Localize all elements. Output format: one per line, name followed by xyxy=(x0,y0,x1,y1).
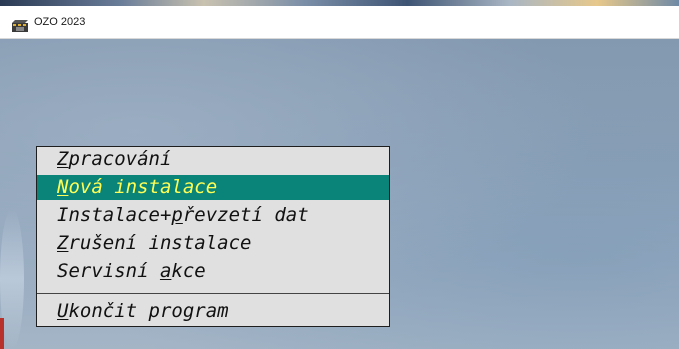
menu-item-rest: ová instalace xyxy=(68,176,218,198)
menu-item-servisni-akce[interactable]: Servisní akce xyxy=(37,259,389,284)
menu-item-hotkey: Z xyxy=(57,148,69,170)
film-clapper-icon xyxy=(12,17,28,32)
wallpaper-red-edge xyxy=(0,318,4,349)
menu-item-hotkey: Z xyxy=(57,232,69,254)
menu-separator xyxy=(37,293,389,294)
menu-item-hotkey: a xyxy=(159,260,172,282)
menu-item-rest: pracování xyxy=(68,148,172,170)
window-title-bar[interactable]: OZO 2023 xyxy=(0,6,679,39)
window-title: OZO 2023 xyxy=(34,16,86,28)
menu-item-prefix: Instalace+ xyxy=(57,204,172,226)
menu-item-hotkey: p xyxy=(171,204,183,226)
menu-item-rest: končit program xyxy=(68,300,229,322)
menu-item-zpracovani[interactable]: Zpracování xyxy=(37,147,389,172)
menu-item-rest: kce xyxy=(171,260,206,282)
menu-item-hotkey: U xyxy=(57,300,69,322)
menu-item-nova-instalace[interactable]: Nová instalace xyxy=(37,175,389,200)
menu-item-hotkey: N xyxy=(57,176,69,198)
menu-item-prefix: Servisní xyxy=(57,260,160,282)
menu-item-rest: řevzetí dat xyxy=(182,204,309,226)
menu-item-zruseni-instalace[interactable]: Zrušení instalace xyxy=(37,231,389,256)
menu-item-rest: rušení instalace xyxy=(68,232,252,254)
menu-item-ukoncit-program[interactable]: Ukončit program xyxy=(37,299,389,324)
main-menu: Zpracování Nová instalace Instalace+přev… xyxy=(36,146,390,327)
menu-item-instalace-prevzeti-dat[interactable]: Instalace+převzetí dat xyxy=(37,203,389,228)
